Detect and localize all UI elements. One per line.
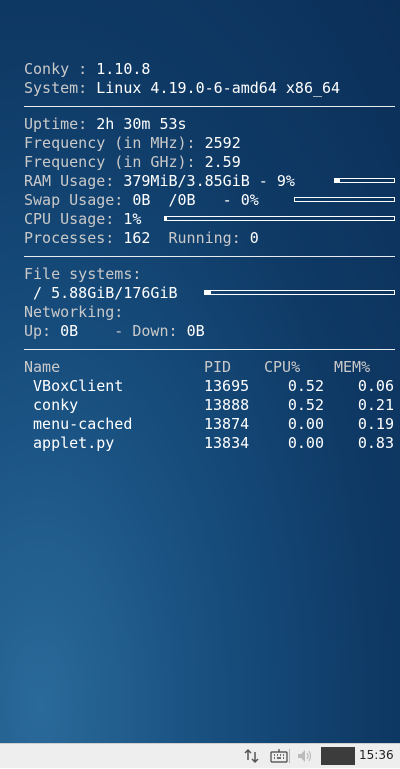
filesystems-heading: File systems: (24, 265, 142, 283)
fs-root-line: / 5.88GiB/176GiB (24, 284, 395, 303)
desktop-background: Conky : 1.10.8 System: Linux 4.19.0-6-am… (0, 0, 400, 743)
separator (24, 256, 395, 257)
table-row: VBoxClient 13695 0.52 0.06 (24, 377, 395, 396)
freq-ghz-label: Frequency (in GHz): (24, 153, 205, 171)
uptime-value: 2h 30m 53s (96, 115, 187, 133)
swap-label: Swap Usage: (24, 191, 133, 209)
version-label: Conky : (24, 60, 97, 78)
process-cpu: 0.00 (287, 434, 324, 452)
process-name: conky (24, 396, 79, 414)
process-mem: 0.83 (357, 434, 394, 452)
ram-value: 379MiB/3.85GiB - 9% (123, 172, 295, 190)
cpu-usage-bar-fill (165, 217, 168, 220)
fs-root-value: / 5.88GiB/176GiB (24, 284, 178, 302)
conky-panel: Conky : 1.10.8 System: Linux 4.19.0-6-am… (24, 60, 395, 453)
freq-ghz-line: Frequency (in GHz): 2.59 (24, 153, 395, 172)
header-pid: PID (204, 358, 232, 376)
process-pid: 13695 (204, 377, 250, 395)
process-name: VBoxClient (24, 377, 124, 395)
ram-usage-bar-fill (335, 179, 341, 182)
processes-label: Processes: (24, 229, 124, 247)
process-cpu: 0.00 (287, 415, 324, 433)
uptime-label: Uptime: (24, 115, 97, 133)
process-table-header: Name PID CPU% MEM% (24, 358, 395, 377)
ram-usage-bar (334, 178, 395, 183)
freq-mhz-label: Frequency (in MHz): (24, 134, 205, 152)
process-cpu: 0.52 (287, 396, 324, 414)
ram-label: RAM Usage: (24, 172, 124, 190)
process-name: applet.py (24, 434, 115, 452)
up-label: Up: (24, 322, 61, 340)
system-value: Linux 4.19.0-6-amd64 x86_64 (96, 79, 341, 97)
networking-heading: Networking: (24, 303, 124, 321)
header-mem: MEM% (334, 358, 371, 376)
swap-line: Swap Usage: 0B /0B - 0% (24, 191, 395, 210)
swap-usage-bar (294, 197, 395, 202)
running-value: 0 (249, 229, 259, 247)
freq-mhz-line: Frequency (in MHz): 2592 (24, 134, 395, 153)
separator (24, 106, 395, 107)
process-name: menu-cached (24, 415, 133, 433)
freq-ghz-value: 2.59 (204, 153, 241, 171)
system-label: System: (24, 79, 97, 97)
cpu-label: CPU Usage: (24, 210, 124, 228)
cpu-value: 1% (123, 210, 142, 228)
conky-version-line: Conky : 1.10.8 (24, 60, 395, 79)
cpu-monitor-graph[interactable] (321, 747, 355, 765)
header-cpu: CPU% (264, 358, 301, 376)
processes-value: 162 (123, 229, 151, 247)
cpu-line: CPU Usage: 1% (24, 210, 395, 229)
freq-mhz-value: 2592 (204, 134, 241, 152)
up-value: 0B (60, 322, 79, 340)
network-line: Up: 0B - Down: 0B (24, 322, 395, 341)
fs-usage-bar-fill (205, 291, 211, 294)
header-name: Name (24, 358, 61, 376)
ram-line: RAM Usage: 379MiB/3.85GiB - 9% (24, 172, 395, 191)
fs-usage-bar (204, 290, 395, 295)
process-pid: 13874 (204, 415, 250, 433)
taskbar: 15:36 (0, 743, 400, 768)
clock[interactable]: 15:36 (359, 748, 394, 762)
process-mem: 0.21 (357, 396, 394, 414)
version-value: 1.10.8 (96, 60, 151, 78)
uptime-line: Uptime: 2h 30m 53s (24, 115, 395, 134)
network-transfer-icon[interactable] (243, 748, 261, 764)
processes-line: Processes: 162 Running: 0 (24, 229, 395, 248)
table-row: menu-cached 13874 0.00 0.19 (24, 415, 395, 434)
process-mem: 0.06 (357, 377, 394, 395)
process-mem: 0.19 (357, 415, 394, 433)
separator (24, 349, 395, 350)
down-value: 0B (186, 322, 205, 340)
volume-muted-icon[interactable] (296, 748, 314, 764)
process-pid: 13834 (204, 434, 250, 452)
running-label: Running: (150, 229, 250, 247)
down-label: - Down: (78, 322, 187, 340)
table-row: applet.py 13834 0.00 0.83 (24, 434, 395, 453)
process-pid: 13888 (204, 396, 250, 414)
swap-value: 0B /0B - 0% (132, 191, 259, 209)
keyboard-icon[interactable] (270, 748, 288, 764)
tray-divider (289, 749, 290, 763)
table-row: conky 13888 0.52 0.21 (24, 396, 395, 415)
system-line: System: Linux 4.19.0-6-amd64 x86_64 (24, 79, 395, 98)
process-cpu: 0.52 (287, 377, 324, 395)
cpu-usage-bar (164, 216, 395, 221)
